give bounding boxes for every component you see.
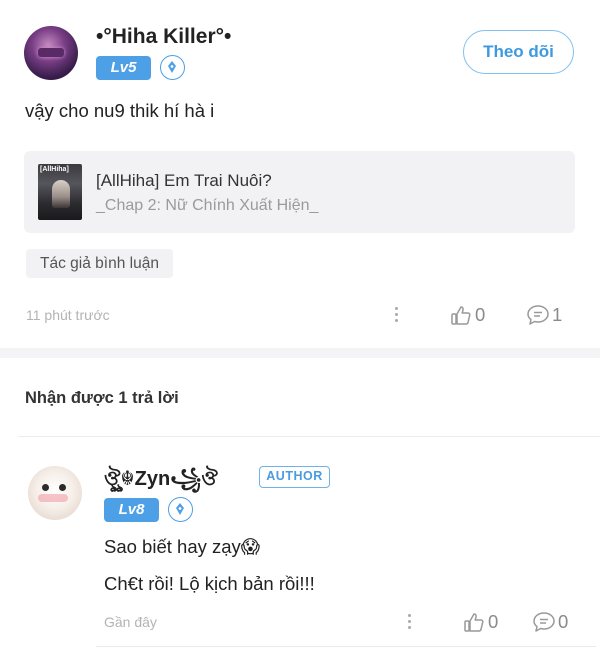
author-comment-tag: Tác giả bình luận bbox=[26, 249, 173, 278]
reply-count: 1 bbox=[552, 304, 563, 325]
comment-icon[interactable] bbox=[526, 304, 550, 326]
writer-badge-icon bbox=[168, 497, 193, 522]
reply-count: 0 bbox=[558, 611, 569, 632]
commenter-username[interactable]: •°Hiha Killer°• bbox=[96, 25, 231, 49]
divider bbox=[18, 436, 600, 437]
reply-text-line-1: Sao biết hay zạy😱 bbox=[104, 536, 261, 557]
replier-avatar[interactable] bbox=[28, 466, 82, 520]
more-options-icon[interactable] bbox=[393, 307, 399, 325]
reply-text-line-2: Ch€t rồi! Lộ kịch bản rồi!!! bbox=[104, 573, 315, 594]
section-divider bbox=[0, 348, 600, 358]
follow-button[interactable]: Theo dõi bbox=[463, 30, 574, 74]
story-title: [AllHiha] Em Trai Nuôi? bbox=[96, 171, 272, 190]
like-icon[interactable] bbox=[463, 611, 485, 633]
story-cover-title: [AllHiha] bbox=[40, 166, 69, 173]
story-card[interactable]: [AllHiha] [AllHiha] Em Trai Nuôi? _Chap … bbox=[24, 151, 575, 233]
pen-icon bbox=[176, 503, 184, 515]
commenter-level-badge: Lv5 bbox=[96, 56, 151, 80]
like-count: 0 bbox=[488, 611, 499, 632]
story-cover-image: [AllHiha] bbox=[38, 164, 82, 220]
commenter-avatar[interactable] bbox=[24, 26, 78, 80]
writer-badge-icon bbox=[160, 55, 185, 80]
cover-figure bbox=[52, 180, 70, 208]
pen-icon bbox=[168, 61, 176, 73]
author-badge: AUTHOR bbox=[259, 466, 330, 488]
comment-timestamp: 11 phút trước bbox=[26, 307, 110, 323]
like-count: 0 bbox=[475, 304, 486, 325]
like-icon[interactable] bbox=[450, 304, 472, 326]
story-chapter: _Chap 2: Nữ Chính Xuất Hiện_ bbox=[96, 197, 319, 214]
reply-timestamp: Gần đây bbox=[104, 614, 157, 630]
more-options-icon[interactable] bbox=[406, 614, 412, 632]
comment-text: vậy cho nu9 thik hí hà i bbox=[25, 100, 215, 121]
comment-icon[interactable] bbox=[532, 611, 556, 633]
replies-heading: Nhận được 1 trả lời bbox=[25, 389, 179, 407]
replier-level-badge: Lv8 bbox=[104, 498, 159, 522]
divider bbox=[96, 646, 596, 647]
